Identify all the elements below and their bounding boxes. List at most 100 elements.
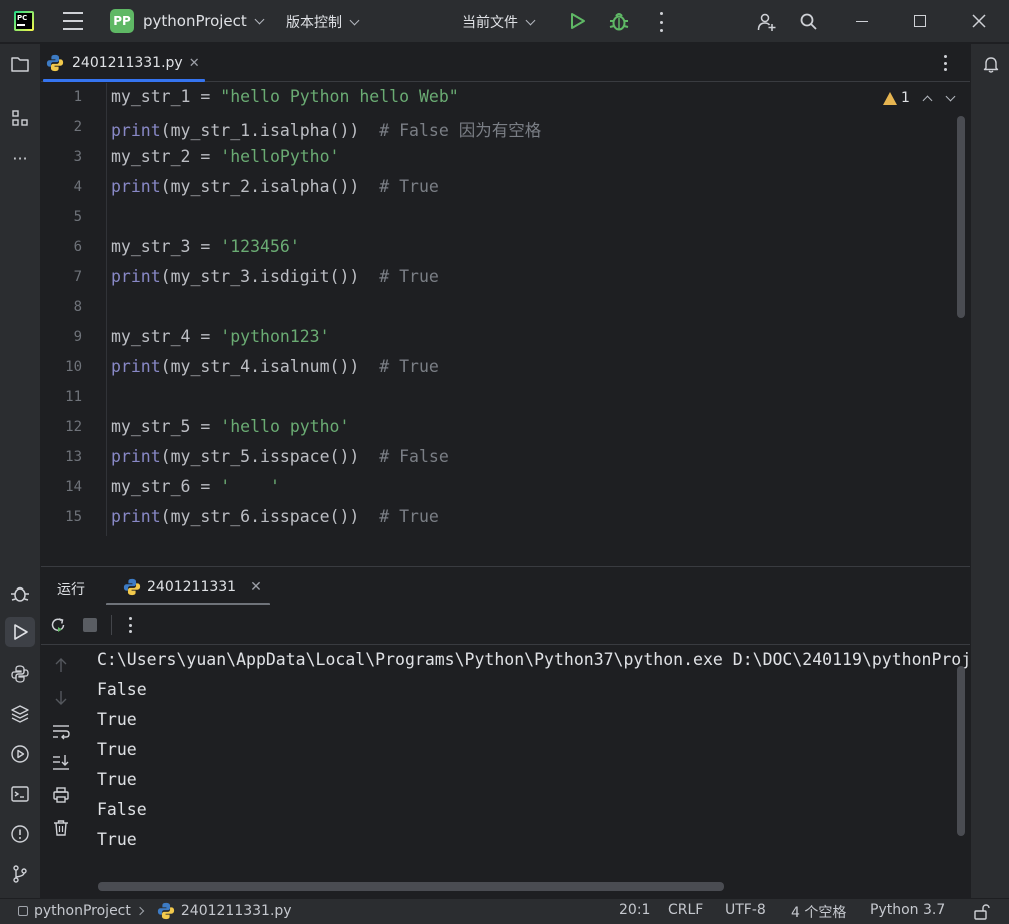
line-number: 1 [73,89,82,105]
folder-icon[interactable] [10,54,30,74]
editor-scrollbar[interactable] [957,116,965,318]
project-selector[interactable]: pythonProject [143,12,265,30]
trash-icon[interactable] [52,819,70,837]
run-icon[interactable] [567,11,587,31]
rerun-icon[interactable] [49,616,67,634]
code-line[interactable]: my_str_4 = 'python123' [111,327,330,346]
vcs-menu[interactable]: 版本控制 [286,12,360,32]
arrow-up-icon[interactable] [52,656,70,674]
stop-icon[interactable] [81,616,99,634]
maximize-icon[interactable] [914,15,926,27]
close-run-tab-icon[interactable]: ✕ [250,579,262,595]
breadcrumb-file[interactable]: 2401211331.py [181,903,292,919]
code-line[interactable]: print(my_str_5.isspace()) # False [111,447,449,466]
code-line[interactable]: print(my_str_4.isalnum()) # True [111,357,439,376]
python-file-icon [123,578,141,595]
code-token: # True [379,357,439,376]
line-number: 13 [65,449,82,465]
lock-icon[interactable] [972,903,990,921]
console-vertical-scrollbar[interactable] [957,666,965,836]
line-number: 15 [65,509,82,525]
status-bar: pythonProject 2401211331.py 20:1 CRLF UT… [0,898,1009,924]
line-number: 2 [73,119,82,135]
run-toolbar [41,605,970,645]
breadcrumb-project[interactable]: pythonProject [34,903,131,919]
code-token: # False [379,447,449,466]
code-token: my_str_4 = [111,327,221,346]
code-line[interactable]: print(my_str_6.isspace()) # True [111,507,439,526]
line-number: 14 [65,479,82,495]
code-token: print [111,447,161,466]
chevron-up-icon[interactable] [922,95,933,105]
left-tool-bar: ··· [0,44,41,898]
code-line[interactable]: my_str_2 = 'helloPytho' [111,147,340,166]
line-number: 11 [65,389,82,405]
line-number: 5 [73,209,82,225]
debug-icon[interactable] [609,10,629,32]
git-branch-icon[interactable] [10,864,30,884]
notifications-bell-icon[interactable] [981,54,1001,74]
code-line[interactable]: print(my_str_2.isalpha()) # True [111,177,439,196]
run-tool-icon[interactable] [10,622,30,642]
problems-icon[interactable] [10,824,30,844]
project-module-icon [18,906,28,916]
line-separator-text: CRLF [668,902,704,918]
debug-tool-icon[interactable] [10,584,30,604]
python-console-icon[interactable] [10,664,30,684]
indent-setting[interactable]: 4 个空格 [791,902,846,922]
minimize-icon[interactable] [856,21,868,22]
run-config-selector[interactable]: 当前文件 [462,12,536,32]
line-number: 9 [73,329,82,345]
layers-icon[interactable] [10,704,30,724]
title-bar: PC PP pythonProject 版本控制 当前文件 [0,0,1009,43]
close-icon[interactable] [971,13,987,29]
code-token: # False 因为有空格 [379,121,542,140]
services-icon[interactable] [10,744,30,764]
search-icon[interactable] [799,12,819,32]
line-number: 7 [73,269,82,285]
code-token: "hello Python hello Web" [220,87,459,106]
terminal-icon[interactable] [10,784,30,804]
python-file-icon [46,54,64,72]
editor-tab-menu-icon[interactable] [944,55,948,71]
print-icon[interactable] [52,786,70,804]
interpreter-selector[interactable]: Python 3.7 [870,902,945,918]
line-number: 10 [65,359,82,375]
project-badge[interactable]: PP [110,9,134,33]
more-actions-icon[interactable] [656,12,666,32]
code-line[interactable]: my_str_1 = "hello Python hello Web" [111,87,459,106]
chevron-down-icon [254,14,265,24]
file-encoding[interactable]: UTF-8 [725,902,766,918]
line-separator[interactable]: CRLF [668,902,703,918]
caret-position[interactable]: 20:1 [619,902,650,918]
inspection-widget[interactable]: 1 [883,90,956,106]
main-menu-icon[interactable] [62,12,84,30]
soft-wrap-icon[interactable] [52,722,70,740]
vcs-label: 版本控制 [286,15,342,31]
run-console[interactable]: C:\Users\yuan\AppData\Local\Programs\Pyt… [41,646,970,898]
code-token: (my_str_2.isalpha()) [160,177,380,196]
python-file-icon [157,902,174,920]
editor-tab-file[interactable]: 2401211331.py ✕ [41,44,206,82]
console-line: False [97,800,147,819]
structure-icon[interactable] [10,108,30,128]
run-tab[interactable]: 2401211331 ✕ [106,567,270,606]
code-line[interactable]: my_str_3 = '123456' [111,237,300,256]
chevron-down-icon[interactable] [945,91,956,101]
console-horizontal-scrollbar[interactable] [98,882,724,891]
add-user-icon[interactable] [757,12,777,32]
code-line[interactable]: print(my_str_1.isalpha()) # False 因为有空格 [111,117,541,141]
scroll-to-end-icon[interactable] [52,753,70,771]
code-editor[interactable]: 1 2 3 4 5 6 7 8 9 10 11 12 13 14 15 my_str_1 = "hello … [41,83,970,536]
arrow-down-icon[interactable] [52,689,70,707]
breadcrumb: pythonProject 2401211331.py [18,902,292,920]
run-more-icon[interactable] [129,617,133,633]
code-token: my_str_3 = [111,237,221,256]
code-line[interactable]: print(my_str_3.isdigit()) # True [111,267,439,286]
code-token: my_str_1 = [111,87,221,106]
code-line[interactable]: my_str_6 = ' ' [111,477,280,496]
more-tools-icon[interactable]: ··· [10,148,30,168]
pycharm-logo-icon[interactable]: PC [14,11,34,31]
close-tab-icon[interactable]: ✕ [189,56,200,71]
code-line[interactable]: my_str_5 = 'hello pytho' [111,417,349,436]
